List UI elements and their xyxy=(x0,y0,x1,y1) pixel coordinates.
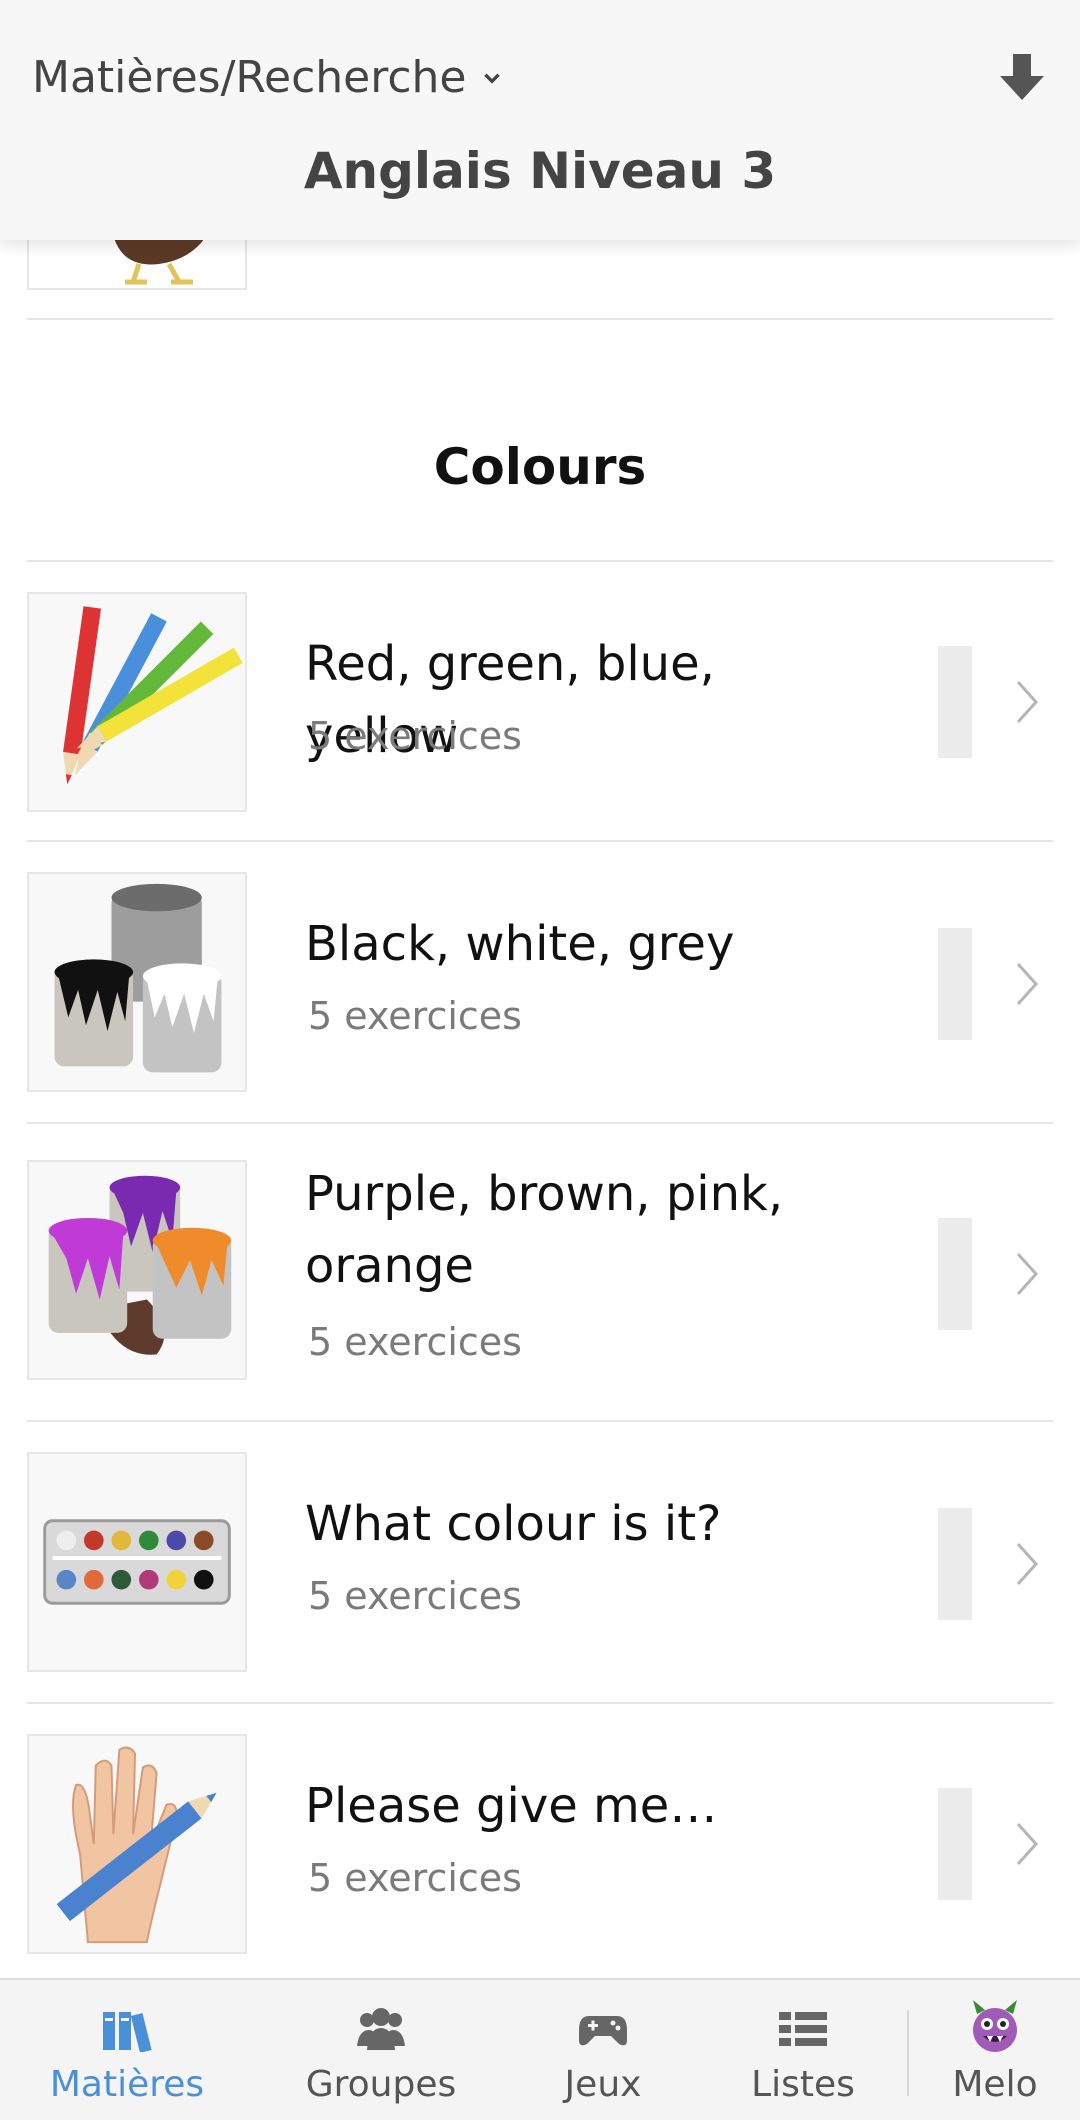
colored-pencils-image xyxy=(29,594,245,810)
lesson-row[interactable]: Purple, brown, pink, orange 5 exercices xyxy=(0,1124,1080,1420)
tab-matieres[interactable]: Matières xyxy=(0,1980,254,2120)
chevron-right-icon xyxy=(1016,680,1039,724)
tab-jeux[interactable]: Jeux xyxy=(508,1980,698,2120)
bird-image xyxy=(114,238,205,285)
colored-paint-buckets-image xyxy=(29,1162,245,1378)
tab-label: Melo xyxy=(952,2064,1038,2105)
lesson-row[interactable]: Please give me… 5 exercices xyxy=(0,1704,1080,1974)
chevron-right-icon xyxy=(1016,1252,1039,1296)
breadcrumb-dropdown[interactable]: Matières/Recherche xyxy=(32,52,503,103)
chevron-right-icon xyxy=(1016,1542,1039,1586)
lesson-row[interactable]: What colour is it? 5 exercices xyxy=(0,1422,1080,1702)
lesson-row[interactable]: Black, white, grey 5 exercices xyxy=(0,842,1080,1122)
section-title: Colours xyxy=(433,438,647,496)
lesson-thumbnail xyxy=(27,872,247,1092)
lesson-thumbnail xyxy=(27,592,247,812)
hand-with-pencil-image xyxy=(29,1736,245,1952)
lesson-subtitle: 5 exercices xyxy=(308,1574,522,1618)
gamepad-icon xyxy=(579,2016,627,2046)
download-icon[interactable] xyxy=(994,50,1050,106)
lesson-title: What colour is it? xyxy=(305,1496,722,1552)
chevron-right-icon xyxy=(1016,962,1039,1006)
progress-bar xyxy=(938,1218,972,1330)
lesson-thumbnail xyxy=(27,1452,247,1672)
lesson-thumbnail xyxy=(27,1160,247,1380)
tab-groupes[interactable]: Groupes xyxy=(254,1980,508,2120)
tab-separator xyxy=(907,2010,909,2096)
tab-label: Groupes xyxy=(305,2064,457,2105)
tab-label: Listes xyxy=(751,2064,855,2105)
lesson-title: Please give me… xyxy=(305,1778,718,1834)
lesson-subtitle: 5 exercices xyxy=(308,1856,522,1900)
tab-listes[interactable]: Listes xyxy=(698,1980,908,2120)
tab-label: Matières xyxy=(49,2064,205,2105)
app-header: Matières/Recherche Anglais Niveau 3 xyxy=(0,0,1080,240)
page-title: Anglais Niveau 3 xyxy=(303,142,777,200)
bottom-tab-bar: Matières Groupes Jeux Listes Melo xyxy=(0,1978,1080,2120)
breadcrumb-label: Matières/Recherche xyxy=(32,52,467,103)
progress-bar xyxy=(938,928,972,1040)
divider xyxy=(27,318,1053,320)
group-icon xyxy=(357,2008,405,2050)
tab-melo[interactable]: Melo xyxy=(910,1980,1080,2120)
chevron-right-icon xyxy=(1016,1822,1039,1866)
grey-paint-buckets-image xyxy=(29,874,245,1090)
progress-bar xyxy=(938,1508,972,1620)
chevron-down-icon xyxy=(483,73,500,84)
lesson-title: Black, white, grey xyxy=(305,916,735,972)
list-icon xyxy=(779,2012,827,2046)
lesson-thumbnail xyxy=(27,1734,247,1954)
progress-bar xyxy=(938,646,972,758)
lesson-subtitle: 5 exercices xyxy=(308,1320,522,1364)
tab-label: Jeux xyxy=(564,2064,642,2105)
lesson-subtitle: 5 exercices xyxy=(308,714,522,758)
monster-avatar-icon xyxy=(973,2000,1017,2052)
progress-bar xyxy=(938,1788,972,1900)
lesson-row[interactable]: Red, green, blue, yellow 5 exercices xyxy=(0,562,1080,840)
previous-item-thumbnail[interactable] xyxy=(27,238,247,290)
lesson-subtitle: 5 exercices xyxy=(308,994,522,1038)
watercolor-palette-image xyxy=(29,1454,245,1670)
books-icon xyxy=(103,2012,152,2052)
lesson-title: Purple, brown, pink, orange xyxy=(305,1166,784,1294)
